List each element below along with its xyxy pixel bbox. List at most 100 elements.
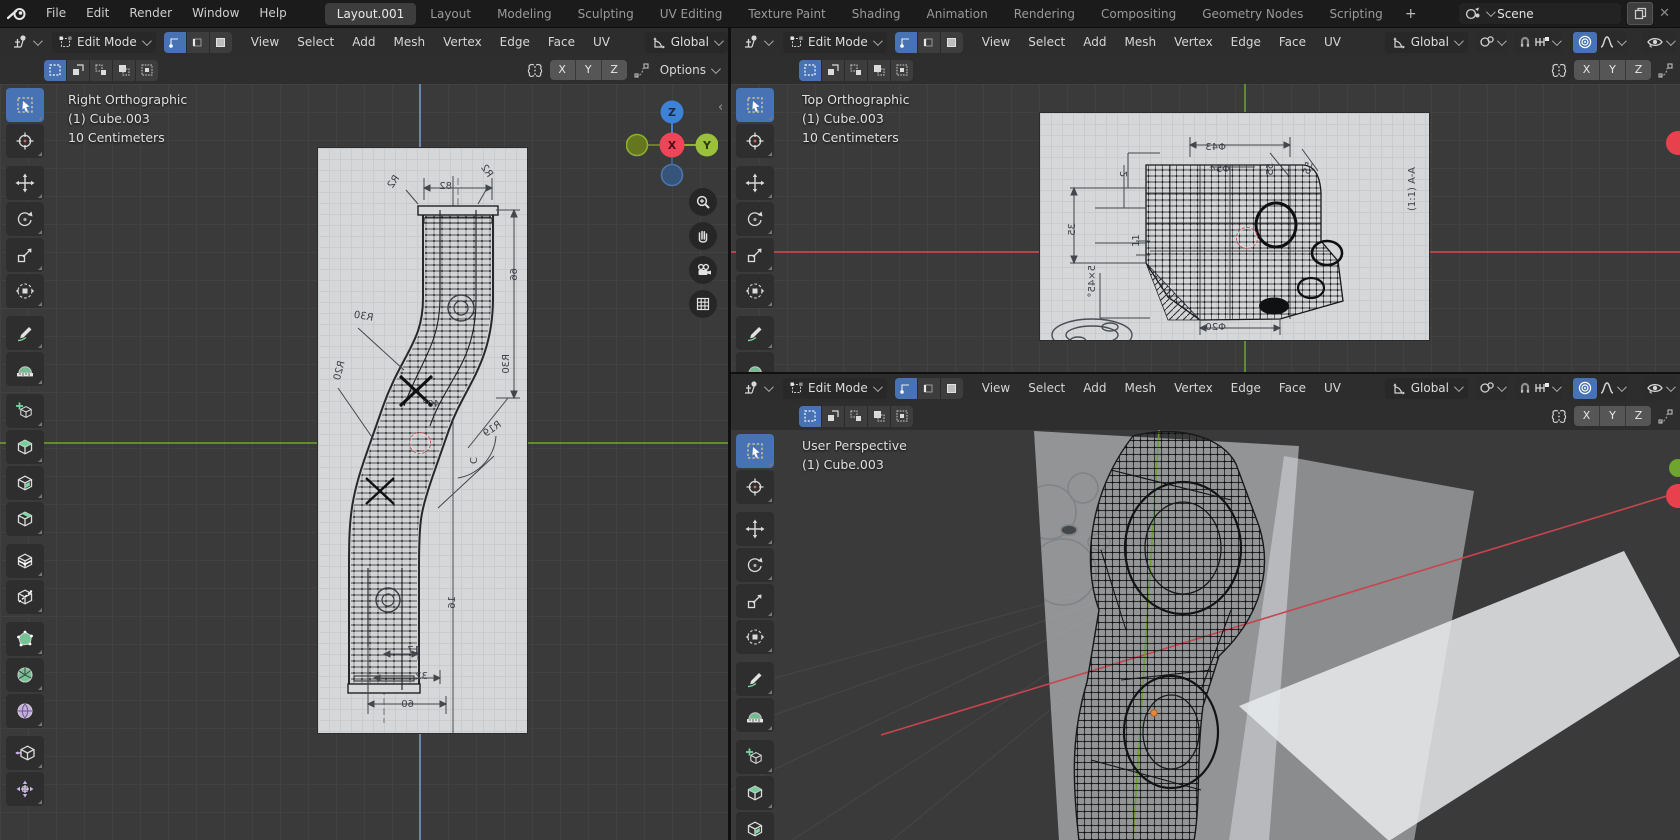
select-set-button[interactable] bbox=[44, 59, 67, 81]
topbar-menu-item[interactable]: Help bbox=[249, 0, 296, 27]
workspace-tab[interactable]: Layout bbox=[418, 3, 483, 25]
viewport-menu-item[interactable]: Add bbox=[1074, 28, 1115, 56]
edge-select-button[interactable] bbox=[917, 31, 941, 53]
proportional-editing-button[interactable] bbox=[1573, 377, 1597, 399]
inset-faces-tool-button[interactable] bbox=[736, 812, 774, 840]
viewport-menu-item[interactable]: View bbox=[242, 28, 288, 56]
axis-toggle-button[interactable]: X bbox=[1574, 406, 1600, 426]
rotate-tool-button[interactable] bbox=[736, 202, 774, 236]
workspace-tab[interactable]: Compositing bbox=[1089, 3, 1188, 25]
edge-select-button[interactable] bbox=[186, 31, 210, 53]
proportional-group[interactable] bbox=[1570, 377, 1627, 399]
zoom-button[interactable] bbox=[689, 188, 717, 216]
editor-type-button[interactable] bbox=[739, 378, 775, 398]
axis-toggle-button[interactable]: Z bbox=[1626, 60, 1651, 80]
mode-dropdown[interactable]: Edit Mode bbox=[783, 31, 887, 53]
navigation-gizmo[interactable]: Z Y X bbox=[626, 87, 718, 187]
select-invert-button[interactable] bbox=[868, 59, 891, 81]
transform-tool-button[interactable] bbox=[736, 620, 774, 654]
add-cube-tool-button[interactable] bbox=[736, 740, 774, 774]
orientation-dropdown[interactable]: Global bbox=[1384, 31, 1468, 53]
workspace-tab[interactable]: Sculpting bbox=[566, 3, 646, 25]
axis-toggle-button[interactable]: Y bbox=[1600, 60, 1626, 80]
viewport-menu-item[interactable]: Edge bbox=[491, 28, 539, 56]
viewport-menu-item[interactable]: UV bbox=[584, 28, 619, 56]
rotate-tool-button[interactable] bbox=[6, 202, 44, 236]
face-select-button[interactable] bbox=[940, 377, 963, 399]
workspace-tab[interactable]: Modeling bbox=[485, 3, 564, 25]
select-set-button[interactable] bbox=[799, 59, 822, 81]
face-select-button[interactable] bbox=[209, 31, 232, 53]
move-tool-button[interactable] bbox=[6, 166, 44, 200]
viewport-menu-item[interactable]: Vertex bbox=[1165, 374, 1222, 402]
select-intersect-button[interactable] bbox=[891, 405, 913, 427]
select-box-tool-button[interactable] bbox=[736, 88, 774, 122]
measure-tool-button[interactable] bbox=[736, 352, 774, 372]
symmetry-butterfly-icon[interactable] bbox=[526, 63, 544, 78]
topbar-menu-item[interactable]: Render bbox=[119, 0, 182, 27]
options-dropdown[interactable]: Options bbox=[656, 63, 722, 77]
axis-toggle-button[interactable]: X bbox=[1574, 60, 1600, 80]
vertex-select-button[interactable] bbox=[894, 377, 918, 399]
select-box-tool-button[interactable] bbox=[736, 434, 774, 468]
new-scene-button[interactable] bbox=[1627, 2, 1654, 25]
workspace-tab[interactable]: Shading bbox=[840, 3, 913, 25]
viewport-menu-item[interactable]: Vertex bbox=[434, 28, 491, 56]
workspace-tab[interactable]: Animation bbox=[915, 3, 1000, 25]
pan-button[interactable] bbox=[689, 222, 717, 250]
select-invert-button[interactable] bbox=[113, 59, 136, 81]
viewport-menu-item[interactable]: View bbox=[973, 374, 1019, 402]
measure-tool-button[interactable] bbox=[6, 352, 44, 386]
viewport-canvas[interactable]: Φ43 Φ54 2 35 55 55 11 5×45° Φ20 (1:1) A-A Top Ort… bbox=[731, 84, 1680, 372]
select-extend-button[interactable] bbox=[822, 405, 845, 427]
viewport-menu-item[interactable]: UV bbox=[1315, 374, 1350, 402]
close-icon[interactable]: ✕ bbox=[1659, 6, 1670, 21]
transform-tool-button[interactable] bbox=[6, 274, 44, 308]
vertex-select-button[interactable] bbox=[894, 31, 918, 53]
select-subtract-button[interactable] bbox=[845, 59, 868, 81]
viewport-menu-item[interactable]: Edge bbox=[1222, 28, 1270, 56]
select-invert-button[interactable] bbox=[868, 405, 891, 427]
axis-toggle-button[interactable]: Y bbox=[575, 60, 602, 80]
select-box-tool-button[interactable] bbox=[6, 88, 44, 122]
smooth-tool-button[interactable] bbox=[6, 694, 44, 728]
rotate-tool-button[interactable] bbox=[736, 548, 774, 582]
viewport-menu-item[interactable]: Vertex bbox=[1165, 28, 1222, 56]
viewport-menu-item[interactable]: Face bbox=[1270, 28, 1315, 56]
select-subtract-button[interactable] bbox=[90, 59, 113, 81]
viewport-menu-item[interactable]: Select bbox=[1019, 374, 1074, 402]
orientation-dropdown[interactable]: Global bbox=[1384, 377, 1468, 399]
cursor-tool-button[interactable] bbox=[736, 470, 774, 504]
inset-faces-tool-button[interactable] bbox=[6, 466, 44, 500]
proportional-falloff-icon[interactable] bbox=[633, 62, 650, 79]
scale-tool-button[interactable] bbox=[6, 238, 44, 272]
spin-tool-button[interactable] bbox=[6, 658, 44, 692]
pivot-group[interactable] bbox=[1476, 31, 1507, 53]
poly-build-tool-button[interactable] bbox=[6, 622, 44, 656]
measure-tool-button[interactable] bbox=[736, 698, 774, 732]
grid-toggle-button[interactable] bbox=[689, 290, 717, 318]
cursor-tool-button[interactable] bbox=[6, 124, 44, 158]
viewport-menu-item[interactable]: Mesh bbox=[385, 28, 435, 56]
face-select-button[interactable] bbox=[940, 31, 963, 53]
annotate-tool-button[interactable] bbox=[6, 316, 44, 350]
add-cube-tool-button[interactable] bbox=[6, 394, 44, 428]
symmetry-butterfly-icon[interactable] bbox=[1550, 409, 1568, 424]
select-set-button[interactable] bbox=[799, 405, 822, 427]
extrude-region-tool-button[interactable] bbox=[6, 430, 44, 464]
viewport-canvas[interactable]: R2 82 R2 66 R30 R20 R30 40° R19 C 16 17 32 60 Right O… bbox=[0, 84, 728, 840]
loop-cut-tool-button[interactable] bbox=[6, 544, 44, 578]
topbar-menu-item[interactable]: Window bbox=[182, 0, 249, 27]
axis-toggle-button[interactable]: Z bbox=[1626, 406, 1651, 426]
move-tool-button[interactable] bbox=[736, 166, 774, 200]
proportional-group[interactable] bbox=[1570, 31, 1627, 53]
axis-toggle-button[interactable]: Y bbox=[1600, 406, 1626, 426]
bevel-tool-button[interactable] bbox=[6, 502, 44, 536]
editor-type-button[interactable] bbox=[739, 32, 775, 52]
workspace-tab[interactable]: UV Editing bbox=[648, 3, 735, 25]
viewport-menu-item[interactable]: Face bbox=[539, 28, 584, 56]
overlays-group[interactable] bbox=[1643, 31, 1676, 53]
mode-dropdown[interactable]: Edit Mode bbox=[52, 31, 156, 53]
extrude-region-tool-button[interactable] bbox=[736, 776, 774, 810]
sidebar-toggle[interactable]: ‹ bbox=[718, 100, 723, 115]
